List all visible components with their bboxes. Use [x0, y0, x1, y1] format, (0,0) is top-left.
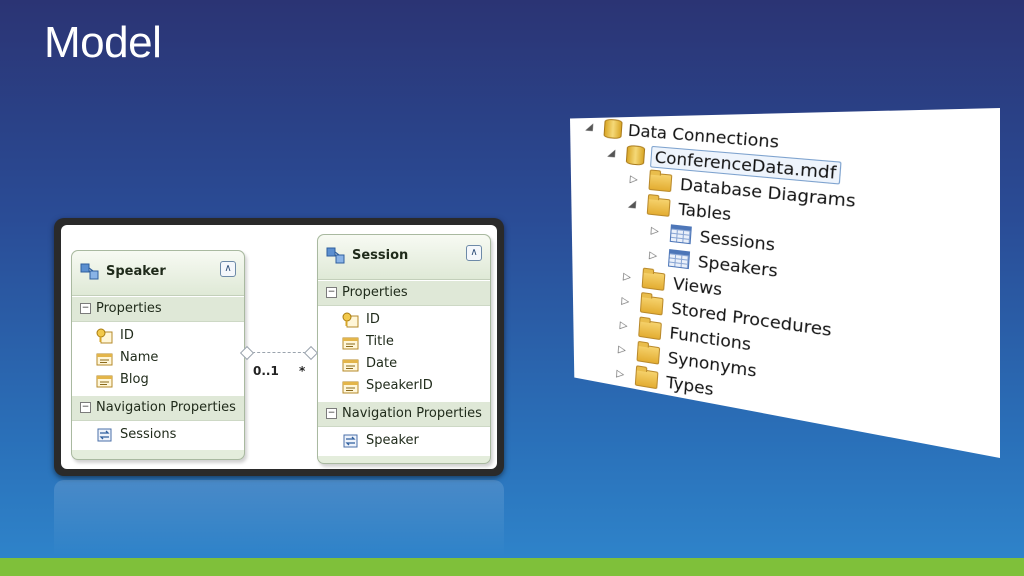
- folder-icon: [633, 392, 657, 414]
- collapsed-arrow-icon[interactable]: ▷: [613, 367, 628, 380]
- speaker-navigation-header[interactable]: − Navigation Properties: [72, 395, 244, 421]
- folder-icon: [641, 270, 666, 291]
- diagram-reflection: [54, 480, 504, 556]
- session-navigation-list: Speaker: [318, 427, 490, 456]
- property-label: ID: [366, 312, 380, 327]
- folder-icon: [646, 196, 671, 217]
- session-properties-label: Properties: [342, 285, 408, 300]
- folder-icon: [639, 294, 664, 316]
- collapsed-arrow-icon[interactable]: ▷: [626, 173, 641, 186]
- collapsed-arrow-icon[interactable]: ▷: [647, 224, 662, 237]
- footer-accent-bar: [0, 558, 1024, 576]
- session-properties-list: ID Title Date SpeakerID: [318, 306, 490, 401]
- slide-title: Model: [44, 18, 162, 67]
- property-icon: [342, 381, 359, 394]
- key-property-icon: [342, 312, 359, 328]
- minus-icon[interactable]: −: [80, 402, 91, 413]
- tree-node-label: Types: [665, 371, 715, 400]
- session-properties-header[interactable]: − Properties: [318, 280, 490, 306]
- entity-icon: [80, 263, 99, 280]
- session-navigation-speaker[interactable]: Speaker: [318, 430, 490, 452]
- collapsed-arrow-icon[interactable]: ▷: [646, 249, 661, 262]
- association-line[interactable]: [247, 352, 311, 353]
- entity-icon: [326, 247, 345, 264]
- speaker-properties-list: ID Name Blog: [72, 322, 244, 395]
- collapsed-arrow-icon[interactable]: ▷: [615, 343, 630, 356]
- multiplicity-left: 0..1: [253, 364, 279, 378]
- speaker-property-blog[interactable]: Blog: [72, 369, 244, 391]
- session-property-date[interactable]: Date: [318, 353, 490, 375]
- speaker-property-name[interactable]: Name: [72, 347, 244, 369]
- speaker-navigation-label: Navigation Properties: [96, 400, 236, 415]
- session-navigation-header[interactable]: − Navigation Properties: [318, 401, 490, 427]
- key-property-icon: [96, 328, 113, 344]
- tree-node-label: Views: [672, 272, 723, 300]
- session-navigation-label: Navigation Properties: [342, 406, 482, 421]
- speaker-navigation-sessions[interactable]: Sessions: [72, 424, 244, 446]
- folder-icon: [648, 171, 673, 192]
- collapsed-arrow-icon[interactable]: ▷: [618, 295, 633, 308]
- collapsed-arrow-icon[interactable]: ▷: [620, 270, 635, 283]
- expanded-arrow-icon[interactable]: ◢: [582, 121, 596, 133]
- property-icon: [342, 359, 359, 372]
- property-icon: [96, 375, 113, 388]
- tree-node-label: Tables: [677, 198, 732, 224]
- folder-icon: [638, 318, 662, 340]
- property-icon: [96, 353, 113, 366]
- multiplicity-right: *: [299, 364, 306, 378]
- speaker-entity[interactable]: Speaker ∧ − Properties ID Name Blog − Na…: [71, 250, 245, 460]
- speaker-properties-label: Properties: [96, 301, 162, 316]
- expanded-arrow-icon[interactable]: ◢: [625, 197, 640, 210]
- diagram-canvas: Speaker ∧ − Properties ID Name Blog − Na…: [61, 225, 497, 469]
- property-label: Date: [366, 356, 398, 371]
- navigation-property-icon: [343, 434, 358, 448]
- speaker-properties-header[interactable]: − Properties: [72, 296, 244, 322]
- server-explorer-panel: ◢ Data Connections ◢ ConferenceData.mdf …: [570, 108, 1000, 458]
- navigation-property-icon: [97, 428, 112, 442]
- association-end-diamond: [303, 345, 319, 361]
- speaker-navigation-list: Sessions: [72, 421, 244, 450]
- session-property-speakerid[interactable]: SpeakerID: [318, 375, 490, 397]
- property-label: Blog: [120, 372, 149, 387]
- tree-node-label: Assemblies: [663, 396, 762, 433]
- property-icon: [342, 337, 359, 350]
- speaker-entity-name: Speaker: [106, 264, 166, 279]
- property-label: Sessions: [120, 427, 177, 442]
- property-label: Name: [120, 350, 159, 365]
- speaker-entity-header[interactable]: Speaker ∧: [72, 251, 244, 296]
- expanded-arrow-icon[interactable]: ◢: [604, 147, 619, 159]
- entity-diagram-panel: Speaker ∧ − Properties ID Name Blog − Na…: [54, 218, 504, 476]
- session-property-title[interactable]: Title: [318, 331, 490, 353]
- data-connections-icon: [603, 118, 623, 139]
- folder-icon: [636, 343, 661, 365]
- collapsed-arrow-icon[interactable]: ▷: [611, 391, 626, 405]
- session-entity-name: Session: [352, 248, 409, 263]
- session-entity-header[interactable]: Session ∧: [318, 235, 490, 280]
- collapse-icon[interactable]: ∧: [220, 261, 236, 277]
- speaker-property-id[interactable]: ID: [72, 325, 244, 347]
- minus-icon[interactable]: −: [80, 303, 91, 314]
- folder-icon: [634, 367, 659, 389]
- property-label: Title: [366, 334, 394, 349]
- collapse-icon[interactable]: ∧: [466, 245, 482, 261]
- session-entity[interactable]: Session ∧ − Properties ID Title Date Spe…: [317, 234, 491, 464]
- session-property-id[interactable]: ID: [318, 309, 490, 331]
- database-icon: [625, 144, 646, 166]
- collapsed-arrow-icon[interactable]: ▷: [616, 319, 631, 332]
- minus-icon[interactable]: −: [326, 287, 337, 298]
- table-icon: [667, 248, 691, 269]
- minus-icon[interactable]: −: [326, 408, 337, 419]
- table-icon: [669, 223, 692, 244]
- property-label: ID: [120, 328, 134, 343]
- property-label: Speaker: [366, 433, 419, 448]
- property-label: SpeakerID: [366, 378, 433, 393]
